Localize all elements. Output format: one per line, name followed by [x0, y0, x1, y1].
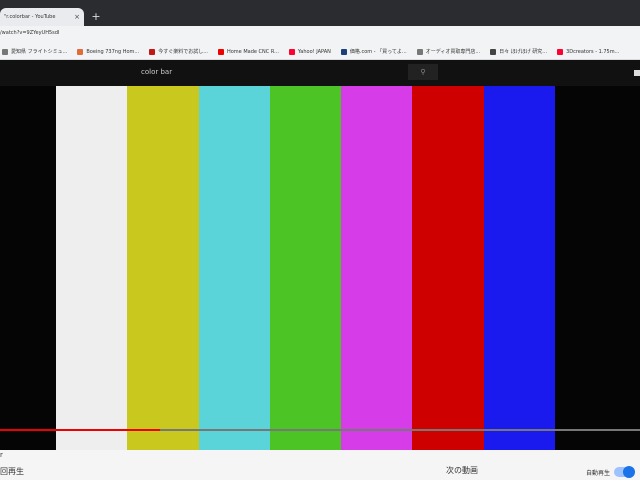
color-bars [56, 86, 555, 450]
bookmark-item[interactable]: Boeing 737ng Hom... [77, 48, 140, 55]
bookmark-item[interactable]: Home Made CNC R... [217, 48, 279, 55]
bookmark-icon [217, 48, 224, 55]
bookmark-icon [416, 48, 423, 55]
bookmark-icon [288, 48, 295, 55]
menu-icon[interactable] [634, 70, 640, 76]
bookmark-item[interactable]: Yahoo! JAPAN [288, 48, 331, 55]
video-player[interactable] [0, 86, 640, 450]
color-bar [56, 86, 128, 450]
bookmark-icon [77, 48, 84, 55]
color-bar [483, 86, 555, 450]
bookmark-icon [149, 48, 156, 55]
bookmark-icon [340, 48, 347, 55]
bookmark-item[interactable]: オーディオ買取専門店... [416, 48, 481, 55]
youtube-masthead: color bar [0, 60, 640, 86]
bookmark-item[interactable]: 愛知県 フライトシミュ... [2, 48, 67, 55]
address-bar[interactable]: /watch?v=9ZYeyUH5sdI [0, 26, 640, 44]
view-count-label: 回再生 [0, 467, 24, 476]
bookmark-item[interactable]: 3Dcreators - 1.75m... [557, 48, 620, 55]
bookmark-label: 価格.com - 「買ってよ... [349, 49, 407, 55]
color-bar [127, 86, 199, 450]
bookmark-label: Boeing 737ng Hom... [86, 48, 140, 55]
bookmark-label: 日々 ほげほげ 研究... [499, 49, 548, 55]
bookmark-label: Yahoo! JAPAN [297, 48, 331, 55]
close-icon[interactable]: × [74, 8, 80, 26]
new-tab-button[interactable]: + [90, 10, 102, 24]
up-next-label: 次の動画 [446, 466, 478, 475]
color-bar [412, 86, 484, 450]
bookmark-label: 愛知県 フライトシミュ... [11, 49, 68, 55]
search-icon: ⚲ [420, 68, 426, 76]
color-bar [198, 86, 270, 450]
progress-fill [0, 429, 160, 431]
bookmarks-bar: 愛知県 フライトシミュ... Boeing 737ng Hom... 今すぐ楽料でお… [0, 44, 640, 60]
color-bar [341, 86, 413, 450]
bookmark-icon [557, 48, 564, 55]
url-text[interactable]: /watch?v=9ZYeyUH5sdI [0, 30, 59, 36]
below-video-strip: 回再生 次の動画 自動再生 [0, 450, 640, 480]
bookmark-label: オーディオ買取専門店... [425, 49, 481, 55]
search-button[interactable]: ⚲ [408, 64, 438, 80]
bookmark-label: Home Made CNC R... [226, 48, 279, 55]
bookmark-label: 今すぐ楽料でお試し... [158, 49, 208, 55]
bookmark-icon [490, 48, 497, 55]
bookmark-item[interactable]: 価格.com - 「買ってよ... [340, 48, 407, 55]
bookmark-item[interactable]: 日々 ほげほげ 研究... [490, 48, 547, 55]
browser-tab[interactable]: "r.colorbar - YouTube × [0, 8, 84, 26]
tab-title: "r.colorbar - YouTube [4, 14, 56, 20]
search-input[interactable]: color bar [141, 68, 172, 76]
color-bar [269, 86, 342, 450]
bookmark-icon [2, 48, 8, 55]
autoplay-label: 自動再生 [586, 470, 611, 477]
bookmark-label: 3Dcreators - 1.75m... [566, 48, 620, 55]
edge-text: r [0, 451, 3, 459]
toggle-knob [623, 466, 635, 478]
browser-tab-strip: "r.colorbar - YouTube × + [0, 0, 640, 26]
bookmark-item[interactable]: 今すぐ楽料でお試し... [149, 48, 208, 55]
autoplay-toggle[interactable] [614, 466, 635, 478]
